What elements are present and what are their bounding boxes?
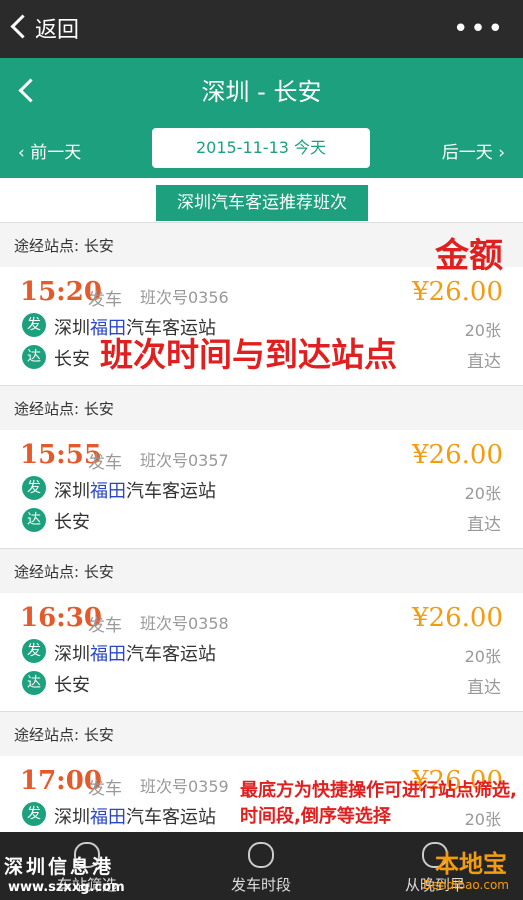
depart-badge: 发 — [22, 476, 46, 500]
route-row: 途经站点: 长安 — [0, 385, 523, 430]
next-day-label: 后一天 — [441, 143, 493, 163]
direct-label: 直达 — [467, 678, 501, 698]
from-city: 深圳 — [54, 318, 90, 339]
route-row: 途经站点: 长安 — [0, 548, 523, 593]
depart-badge: 发 — [22, 313, 46, 337]
watermark-brand: 深圳信息港 — [4, 856, 115, 878]
price: ¥26.00 — [412, 440, 503, 470]
arrive-badge: 达 — [22, 671, 46, 695]
logo-url: Bendibao.com — [423, 878, 509, 892]
wechat-top-bar: 返回 ••• — [0, 0, 523, 58]
back-button[interactable]: 返回 — [10, 12, 80, 44]
seats-left: 20张 — [464, 647, 501, 666]
more-menu-button[interactable]: ••• — [453, 14, 505, 44]
direct-label: 直达 — [467, 515, 501, 535]
from-district: 福田 — [90, 481, 126, 502]
annotation-bottom-note: 最底方为快捷操作可进行站点筛选,时间段,倒序等选择 — [240, 780, 517, 827]
depart-badge: 发 — [22, 639, 46, 663]
route-text: 途经站点: 长安 — [14, 237, 114, 255]
depart-label: 发车 — [88, 453, 122, 473]
route-text: 途经站点: 长安 — [14, 400, 114, 418]
price: ¥26.00 — [412, 277, 503, 307]
depart-label: 发车 — [88, 779, 122, 799]
prev-day-button[interactable]: ‹ 前一天 — [18, 138, 81, 163]
arrive-badge: 达 — [22, 508, 46, 532]
from-station: 深圳福田汽车客运站 — [54, 477, 216, 503]
to-station: 长安 — [54, 512, 90, 533]
depart-badge: 发 — [22, 802, 46, 826]
annotation-time-stop: 班次时间与到达站点 — [100, 335, 397, 374]
logo-text: 本地宝 — [435, 850, 507, 878]
trip-card[interactable]: 16:30 发车 班次号0358 ¥26.00 发 深圳福田汽车客运站 20张 … — [0, 593, 523, 711]
back-label: 返回 — [35, 18, 80, 43]
departure-period-tab[interactable]: 发车时段 — [174, 832, 348, 900]
from-district: 福田 — [90, 807, 126, 828]
trip-number: 班次号0357 — [140, 451, 229, 470]
from-district: 福田 — [90, 644, 126, 665]
from-city: 深圳 — [54, 644, 90, 665]
trip-number: 班次号0359 — [140, 777, 229, 796]
seats-left: 20张 — [464, 321, 501, 340]
prev-day-label: 前一天 — [30, 143, 82, 163]
recommend-bar: 深圳汽车客运推荐班次 — [0, 178, 523, 222]
route-text: 途经站点: 长安 — [14, 563, 114, 581]
price: ¥26.00 — [412, 603, 503, 633]
to-station: 长安 — [54, 675, 90, 696]
to-station: 长安 — [54, 349, 90, 370]
arrive-badge: 达 — [22, 345, 46, 369]
direct-label: 直达 — [467, 352, 501, 372]
from-terminal: 汽车客运站 — [126, 481, 216, 502]
trip-card[interactable]: 15:55 发车 班次号0357 ¥26.00 发 深圳福田汽车客运站 20张 … — [0, 430, 523, 548]
depart-label: 发车 — [88, 616, 122, 636]
route-header: 深圳 - 长安 ‹ 前一天 2015-11-13 今天 后一天 › — [0, 58, 523, 178]
bottom-toolbar: 车站筛选 发车时段 从晚到早 深圳信息港 www.szxxg.com 本地宝 B… — [0, 832, 523, 900]
date-selector[interactable]: 2015-11-13 今天 — [152, 128, 370, 168]
bendibao-logo: 本地宝 Bendibao.com — [403, 838, 515, 898]
from-city: 深圳 — [54, 807, 90, 828]
recommend-button[interactable]: 深圳汽车客运推荐班次 — [156, 185, 368, 221]
route-row: 途经站点: 长安 — [0, 711, 523, 756]
next-day-button[interactable]: 后一天 › — [442, 138, 505, 163]
from-terminal: 汽车客运站 — [126, 644, 216, 665]
depart-label: 发车 — [88, 290, 122, 310]
clock-icon — [248, 842, 274, 868]
from-city: 深圳 — [54, 481, 90, 502]
from-terminal: 汽车客运站 — [126, 807, 216, 828]
seats-left: 20张 — [464, 484, 501, 503]
watermark-url: www.szxxg.com — [8, 880, 125, 895]
annotation-amount: 金额 — [435, 236, 503, 276]
chevron-left-icon — [10, 14, 35, 39]
route-text: 途经站点: 长安 — [14, 726, 114, 744]
page-title: 深圳 - 长安 — [201, 78, 322, 106]
trip-number: 班次号0356 — [140, 288, 229, 307]
trip-number: 班次号0358 — [140, 614, 229, 633]
from-station: 深圳福田汽车客运站 — [54, 640, 216, 666]
from-station: 深圳福田汽车客运站 — [54, 803, 216, 829]
departure-period-label: 发车时段 — [230, 876, 291, 894]
